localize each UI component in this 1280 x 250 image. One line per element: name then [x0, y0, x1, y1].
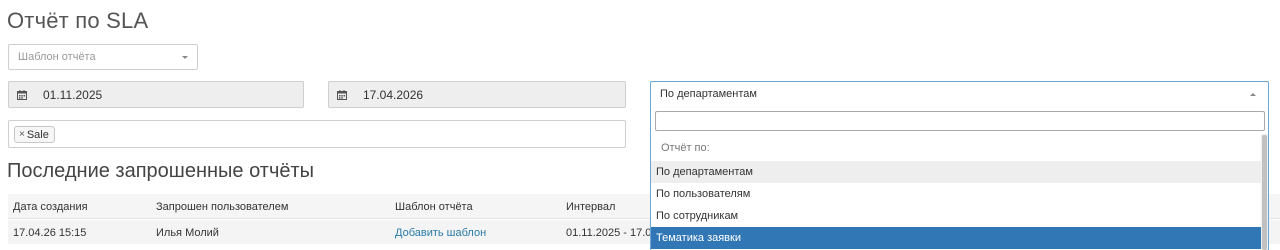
remove-tag-icon[interactable]: × — [19, 129, 25, 140]
option-by-users[interactable]: По пользователям — [651, 183, 1262, 205]
interval-cell: 01.11.2025 - 17.0 — [566, 227, 652, 239]
date-from-value: 01.11.2025 — [43, 88, 103, 102]
calendar-icon[interactable] — [9, 82, 35, 107]
column-header: Интервал — [566, 201, 616, 213]
report-by-selected: По департаментам — [660, 88, 757, 100]
tag-chip: × Sale — [14, 126, 55, 143]
report-by-dropdown: Отчёт по: По департаментам По пользовате… — [650, 107, 1269, 250]
report-by-select[interactable]: По департаментам — [650, 81, 1269, 108]
column-header: Дата создания — [13, 201, 88, 213]
date-to-field[interactable]: 17.04.2026 — [328, 81, 626, 108]
chevron-up-icon — [1250, 93, 1256, 96]
tag-label: Sale — [26, 128, 49, 141]
department-tags-input[interactable]: × Sale — [8, 120, 626, 148]
created-cell: 17.04.26 15:15 — [13, 227, 87, 239]
dropdown-search-input[interactable] — [655, 111, 1265, 131]
option-by-departments[interactable]: По департаментам — [651, 161, 1262, 183]
recent-reports-title: Последние запрошенные отчёты — [7, 160, 315, 182]
user-cell: Илья Молий — [156, 227, 219, 239]
dropdown-group-label: Отчёт по: — [661, 142, 710, 154]
report-template-select[interactable]: Шаблон отчёта — [8, 44, 198, 70]
date-from-field[interactable]: 01.11.2025 — [8, 81, 304, 108]
add-template-link[interactable]: Добавить шаблон — [395, 227, 486, 239]
chevron-down-icon — [182, 56, 188, 59]
dropdown-scroll-thumb[interactable] — [1262, 135, 1267, 250]
calendar-icon[interactable] — [329, 82, 355, 107]
option-by-employees[interactable]: По сотрудникам — [651, 205, 1262, 227]
option-request-topic[interactable]: Тематика заявки — [651, 227, 1262, 249]
column-header: Запрошен пользователем — [156, 201, 289, 213]
column-header: Шаблон отчёта — [395, 201, 473, 213]
report-template-placeholder: Шаблон отчёта — [18, 51, 96, 63]
date-to-value: 17.04.2026 — [363, 88, 424, 102]
page-title: Отчёт по SLA — [7, 8, 149, 33]
